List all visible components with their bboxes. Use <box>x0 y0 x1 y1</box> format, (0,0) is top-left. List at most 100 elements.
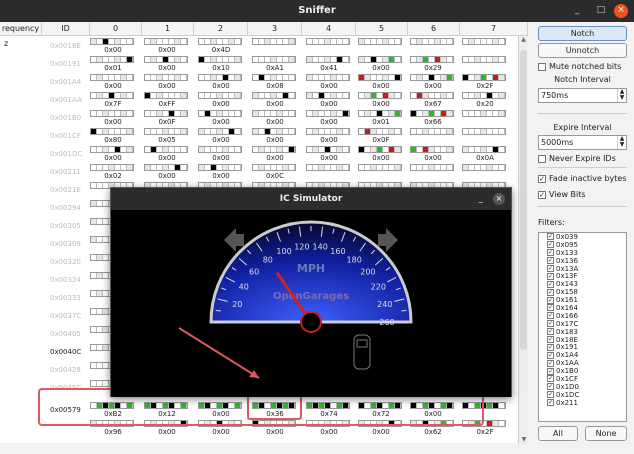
filter-item[interactable]: ✓ 0x18E <box>539 336 626 344</box>
filter-label: 0x1AA <box>556 359 579 368</box>
gauge-label: 160 <box>330 247 345 256</box>
bit-field <box>462 74 506 81</box>
bit-field <box>90 128 134 135</box>
scroll-thumb[interactable] <box>520 50 527 350</box>
filter-item[interactable]: ✓ 0x136 <box>539 257 626 265</box>
filter-item[interactable]: ✓ 0x211 <box>539 399 626 407</box>
bit-field <box>144 146 188 153</box>
filter-list[interactable]: ✓ 0x039 ✓ 0x095 ✓ 0x133 ✓ 0x136 ✓ 0x13A ✓ 0x13F ✓ 0x1… <box>538 232 627 422</box>
minimize-icon[interactable]: _ <box>479 188 484 210</box>
spin-arrows-icon[interactable]: ▲ ▼ <box>617 136 626 149</box>
filter-label: 0x095 <box>556 240 578 249</box>
bit-field <box>462 128 506 135</box>
filter-item[interactable]: ✓ 0x166 <box>539 312 626 320</box>
spin-arrows-icon[interactable]: ▲ ▼ <box>617 89 626 102</box>
car-door-icon <box>353 334 371 370</box>
minimize-icon[interactable]: _ <box>570 4 584 18</box>
expire-interval-spinbox[interactable]: 5000ms ▲ ▼ <box>538 135 627 150</box>
filter-item[interactable]: ✓ 0x164 <box>539 304 626 312</box>
filter-item[interactable]: ✓ 0x13A <box>539 265 626 273</box>
scroll-down-icon[interactable]: ▼ <box>519 436 528 443</box>
table-row[interactable]: 0x001DC 0x00 0x00 0x00 0x00 0x00 0x00 0x00 0x0A <box>0 146 518 164</box>
never-expire-checkbox[interactable]: Never Expire IDs <box>538 154 616 163</box>
scroll-up-icon[interactable]: ▲ <box>519 36 528 43</box>
table-row[interactable]: 0x001AA 0x7F 0xFF 0x00 0x00 0x00 0x00 0x67 0x20 <box>0 92 518 110</box>
expire-interval-value: 5000ms <box>541 138 574 147</box>
filter-item[interactable]: ✓ 0x1A4 <box>539 351 626 359</box>
filter-item[interactable]: ✓ 0x13F <box>539 272 626 280</box>
id-cell: 0x0018E <box>50 42 81 50</box>
column-header[interactable]: 2 <box>194 22 248 35</box>
column-header[interactable]: 3 <box>248 22 302 35</box>
byte-value: 0x80 <box>104 136 122 144</box>
filter-item[interactable]: ✓ 0x1B0 <box>539 367 626 375</box>
notch-interval-spinbox[interactable]: 750ms ▲ ▼ <box>538 88 627 103</box>
id-cell: 0x00305 <box>50 222 81 230</box>
byte-value: 0x00 <box>158 64 176 72</box>
column-header[interactable]: 7 <box>460 22 528 35</box>
column-header[interactable]: 6 <box>408 22 460 35</box>
filter-item[interactable]: ✓ 0x1D0 <box>539 383 626 391</box>
table-row[interactable]: z 0x0018E 0x00 0x00 0x4D <box>0 38 518 56</box>
notch-button[interactable]: Notch <box>538 26 627 41</box>
byte-value: 0x66 <box>424 118 442 126</box>
column-header[interactable]: ID <box>42 22 90 35</box>
bit-field <box>410 110 454 117</box>
filter-item[interactable]: ✓ 0x158 <box>539 288 626 296</box>
byte-value: 0x00 <box>320 136 338 144</box>
filter-item[interactable]: ✓ 0x1CF <box>539 375 626 383</box>
byte-value: 0x00 <box>158 428 176 436</box>
filter-item[interactable]: ✓ 0x133 <box>539 249 626 257</box>
mute-notched-checkbox[interactable]: Mute notched bits <box>538 62 621 71</box>
gauge-label: 260 <box>379 318 394 327</box>
bit-field <box>410 56 454 63</box>
maximize-icon[interactable]: □ <box>594 4 608 18</box>
unnotch-button[interactable]: Unnotch <box>538 43 627 58</box>
filter-item[interactable]: ✓ 0x191 <box>539 343 626 351</box>
none-button[interactable]: None <box>585 426 627 441</box>
view-bits-label: View Bits <box>549 190 586 199</box>
filter-label: 0x1CF <box>556 374 578 383</box>
filter-item[interactable]: ✓ 0x1AA <box>539 359 626 367</box>
table-row[interactable]: 0x001CF 0x80 0x05 0x00 0x00 0x00 0x0F <box>0 128 518 146</box>
checkmark-icon: ✓ <box>547 312 554 320</box>
vertical-scrollbar[interactable]: ▲ ▼ <box>518 36 528 443</box>
bit-field <box>306 74 350 81</box>
byte-value: 0x62 <box>424 428 442 436</box>
column-header[interactable]: 4 <box>302 22 356 35</box>
column-header[interactable]: requency <box>0 22 42 35</box>
filter-item[interactable]: ✓ 0x17C <box>539 320 626 328</box>
column-header[interactable]: 1 <box>142 22 194 35</box>
view-bits-checkbox[interactable]: ✓ View Bits <box>538 190 586 199</box>
checkmark-icon: ✓ <box>547 328 554 336</box>
byte-value: 0x00 <box>372 82 390 90</box>
id-cell: 0x00191 <box>50 60 81 68</box>
bit-field <box>198 146 242 153</box>
bit-field <box>252 110 296 117</box>
filter-item[interactable]: ✓ 0x143 <box>539 280 626 288</box>
table-row[interactable]: 0x00191 0x01 0x00 0x10 0xA1 0x41 0x00 0x29 <box>0 56 518 74</box>
bit-field <box>410 74 454 81</box>
bit-field <box>306 110 350 117</box>
mute-label: Mute notched bits <box>549 62 622 71</box>
filter-item[interactable]: ✓ 0x039 <box>539 233 626 241</box>
table-row[interactable]: 0x00211 0x02 0x00 0x00 0x0C <box>0 164 518 182</box>
close-icon[interactable]: × <box>493 193 505 205</box>
filter-item[interactable]: ✓ 0x183 <box>539 328 626 336</box>
checkmark-icon: ✓ <box>547 257 554 265</box>
filter-item[interactable]: ✓ 0x1DC <box>539 391 626 399</box>
table-row[interactable]: 0x001A4 0x00 0x00 0x00 0x08 0x00 0x00 0x00 0x2F <box>0 74 518 92</box>
bit-field <box>358 128 402 135</box>
byte-value: 0x2F <box>476 428 494 436</box>
column-header[interactable]: 0 <box>90 22 142 35</box>
column-header[interactable]: 5 <box>356 22 408 35</box>
filter-item[interactable]: ✓ 0x095 <box>539 241 626 249</box>
close-icon[interactable]: × <box>614 4 628 18</box>
notch-interval-label: Notch Interval <box>554 75 611 84</box>
filter-item[interactable]: ✓ 0x161 <box>539 296 626 304</box>
id-cell: 0x001CF <box>50 132 81 140</box>
all-button[interactable]: All <box>538 426 578 441</box>
table-row[interactable]: 0x001B0 0x00 0x0F 0x00 0x00 0x00 0x01 0x66 <box>0 110 518 128</box>
fade-checkbox[interactable]: ✓ Fade inactive bytes <box>538 174 627 183</box>
filter-label: 0x133 <box>556 248 578 257</box>
